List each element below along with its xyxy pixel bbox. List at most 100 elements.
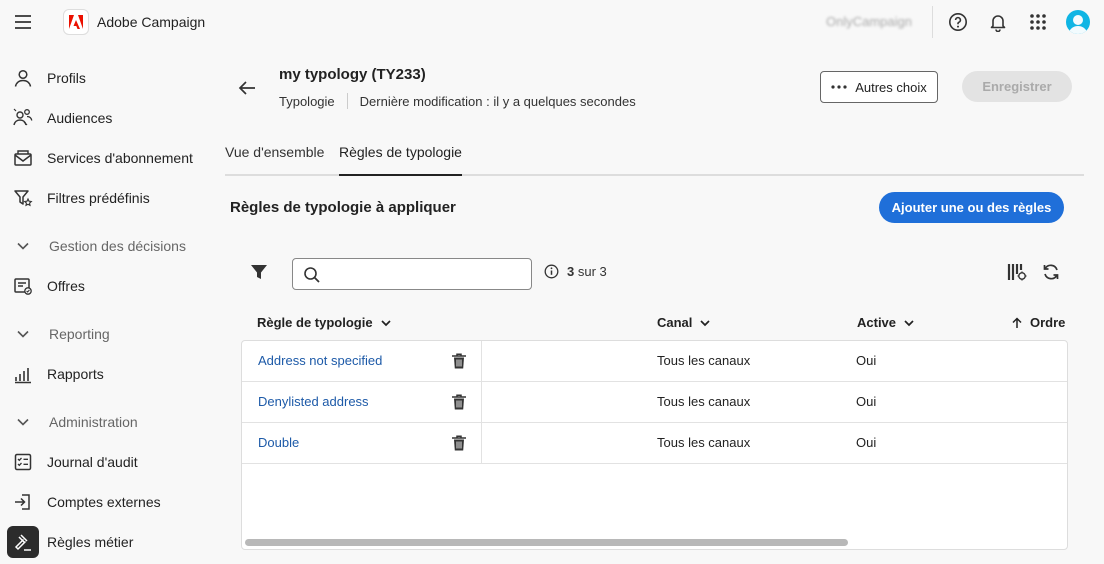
rule-canal: Tous les canaux <box>657 353 751 368</box>
apps-grid-icon[interactable] <box>1027 11 1049 33</box>
chevron-down-icon <box>380 319 391 326</box>
sidebar-item-label: Journal d'audit <box>47 454 138 470</box>
sidebar-section-label: Administration <box>49 414 138 430</box>
divider <box>932 6 933 38</box>
sidebar-item-audiences[interactable]: Audiences <box>0 101 210 135</box>
sidebar-item-regles[interactable]: Règles métier <box>0 525 210 559</box>
more-options-button[interactable]: Autres choix <box>820 71 938 103</box>
sidebar-section-label: Gestion des décisions <box>49 238 186 254</box>
top-bar: Adobe Campaign OnlyCampaign <box>0 0 1104 44</box>
column-header-label: Active <box>857 315 897 330</box>
column-header-order[interactable]: Ordre <box>1011 315 1065 330</box>
rule-name-link[interactable]: Address not specified <box>258 353 382 368</box>
search-field[interactable] <box>292 258 532 290</box>
rule-active: Oui <box>856 353 877 368</box>
column-header-label: Ordre <box>1030 315 1066 330</box>
chevron-down-icon <box>700 319 711 326</box>
tabs: Vue d'ensemble Règles de typologie <box>225 140 1084 176</box>
column-header-label: Règle de typologie <box>257 315 373 330</box>
sidebar-item-label: Profils <box>47 70 86 86</box>
sidebar-item-label: Rapports <box>47 366 104 382</box>
column-settings-icon[interactable] <box>1007 262 1027 282</box>
page-meta: Typologie Dernière modification : il y a… <box>279 93 636 109</box>
table-row[interactable]: Double Tous les canaux Oui <box>242 423 1067 464</box>
filter-star-icon <box>11 186 35 210</box>
sidebar-section-label: Reporting <box>49 326 110 342</box>
sidebar-item-label: Offres <box>47 278 85 294</box>
rule-canal: Tous les canaux <box>657 435 751 450</box>
sidebar-item-profils[interactable]: Profils <box>0 61 210 95</box>
column-header-rule[interactable]: Règle de typologie <box>257 315 392 330</box>
search-icon <box>303 266 321 284</box>
object-type: Typologie <box>279 93 335 109</box>
result-count: 3 sur 3 <box>544 264 607 279</box>
filter-icon[interactable] <box>249 262 269 282</box>
page-title: my typology (TY233) <box>279 66 426 83</box>
rules-table: Address not specified Tous les canaux Ou… <box>241 340 1068 550</box>
rule-canal: Tous les canaux <box>657 394 751 409</box>
sidebar-item-filtres[interactable]: Filtres prédéfinis <box>0 181 210 215</box>
offer-icon <box>11 274 35 298</box>
hamburger-menu-icon[interactable] <box>13 12 33 32</box>
bar-chart-icon <box>11 362 35 386</box>
rule-active: Oui <box>856 394 877 409</box>
chevron-down-icon <box>11 234 35 258</box>
app-name: Adobe Campaign <box>97 14 206 30</box>
refresh-icon[interactable] <box>1041 262 1061 282</box>
sidebar-item-services[interactable]: Services d'abonnement <box>0 141 210 175</box>
search-input[interactable] <box>329 263 525 285</box>
add-rules-button[interactable]: Ajouter une ou des règles <box>879 192 1064 223</box>
sidebar-item-rapports[interactable]: Rapports <box>0 357 210 391</box>
rule-name-link[interactable]: Denylisted address <box>258 394 369 409</box>
info-icon <box>544 264 559 279</box>
sidebar-item-label: Filtres prédéfinis <box>47 190 150 206</box>
arrow-up-icon <box>1012 316 1022 328</box>
envelope-icon <box>11 146 35 170</box>
more-options-label: Autres choix <box>855 79 927 95</box>
sidebar-item-label: Règles métier <box>47 534 134 550</box>
tab-overview[interactable]: Vue d'ensemble <box>225 144 324 176</box>
chevron-down-icon <box>11 322 35 346</box>
column-header-active[interactable]: Active <box>857 315 915 330</box>
column-header-label: Canal <box>657 315 693 330</box>
table-row[interactable]: Denylisted address Tous les canaux Oui <box>242 382 1067 423</box>
trash-icon[interactable] <box>450 352 468 370</box>
divider <box>346 93 348 109</box>
back-arrow-icon[interactable] <box>236 77 258 99</box>
bell-icon[interactable] <box>987 11 1009 33</box>
sidebar-section-admin[interactable]: Administration <box>0 405 210 439</box>
sign-in-icon <box>11 490 35 514</box>
sidebar-section-decisions[interactable]: Gestion des décisions <box>0 229 210 263</box>
save-button[interactable]: Enregistrer <box>962 71 1072 102</box>
horizontal-scrollbar[interactable] <box>245 539 848 546</box>
sidebar-item-label: Services d'abonnement <box>47 150 193 166</box>
column-divider <box>481 423 482 464</box>
trash-icon[interactable] <box>450 434 468 452</box>
column-divider <box>481 382 482 423</box>
trash-icon[interactable] <box>450 393 468 411</box>
chevron-down-icon <box>11 410 35 434</box>
help-icon[interactable] <box>947 11 969 33</box>
sidebar-item-journal[interactable]: Journal d'audit <box>0 445 210 479</box>
column-header-canal[interactable]: Canal <box>657 315 711 330</box>
sidebar-item-label: Audiences <box>47 110 113 126</box>
count-total: sur 3 <box>577 264 607 279</box>
sidebar-item-comptes[interactable]: Comptes externes <box>0 485 210 519</box>
user-avatar[interactable] <box>1066 10 1090 34</box>
chevron-down-icon <box>904 319 914 326</box>
sidebar-item-label: Comptes externes <box>47 494 161 510</box>
tab-rules[interactable]: Règles de typologie <box>339 144 462 176</box>
rule-name-link[interactable]: Double <box>258 435 299 450</box>
adobe-logo-icon <box>63 9 89 35</box>
column-divider <box>481 341 482 382</box>
checklist-icon <box>11 450 35 474</box>
sidebar-section-reporting[interactable]: Reporting <box>0 317 210 351</box>
sidebar-item-offres[interactable]: Offres <box>0 269 210 303</box>
rule-active: Oui <box>856 435 877 450</box>
table-row[interactable]: Address not specified Tous les canaux Ou… <box>242 341 1067 382</box>
user-icon <box>11 66 35 90</box>
org-name[interactable]: OnlyCampaign <box>826 14 912 29</box>
count-value: 3 <box>567 264 575 279</box>
last-modified: Dernière modification : il y a quelques … <box>359 93 636 109</box>
brand[interactable]: Adobe Campaign <box>63 9 205 35</box>
